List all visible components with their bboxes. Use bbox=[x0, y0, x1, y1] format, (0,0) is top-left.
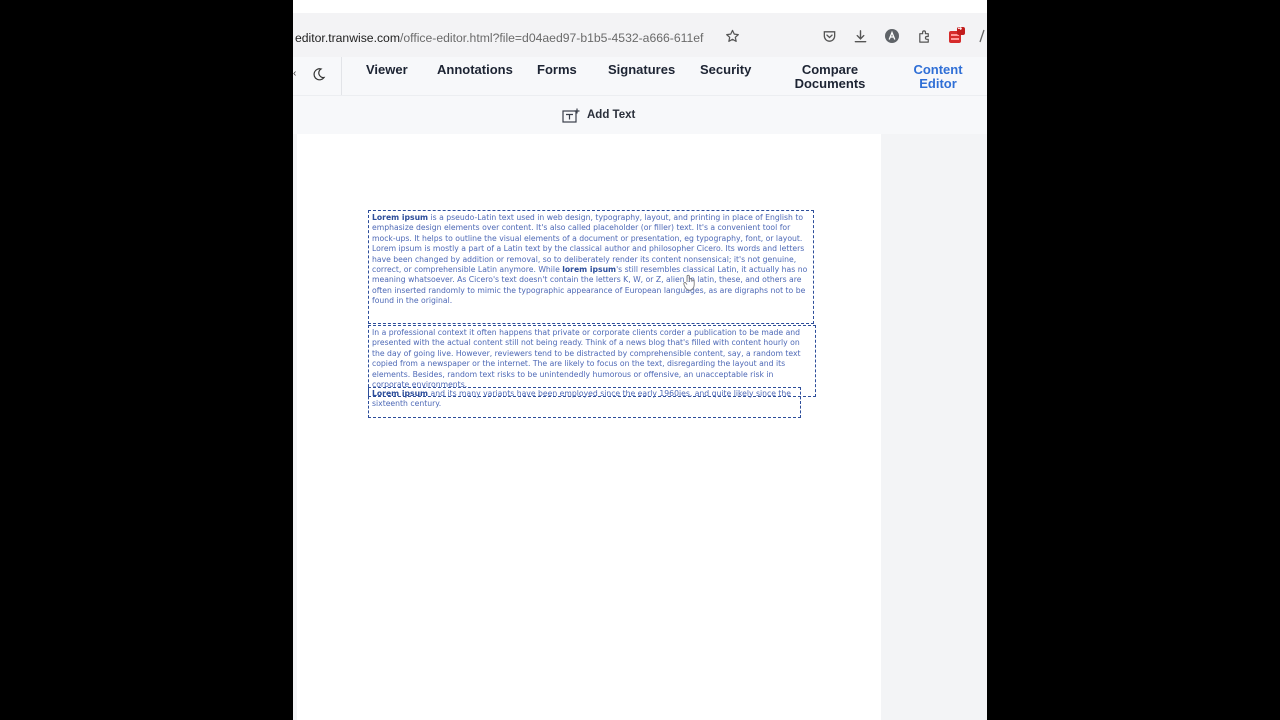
download-icon[interactable] bbox=[850, 26, 870, 46]
add-text-button[interactable]: Add Text bbox=[562, 106, 635, 124]
text-box-1[interactable]: Lorem ipsum is a pseudo-Latin text used … bbox=[368, 210, 814, 324]
add-text-icon bbox=[562, 108, 580, 123]
tab-forms[interactable]: Forms bbox=[537, 63, 577, 77]
extension-badge-count: 4 bbox=[958, 25, 962, 32]
hand-cursor-icon bbox=[683, 274, 697, 297]
url-path: /office-editor.html?file=d04aed97-b1b5-4… bbox=[400, 31, 704, 45]
overflow-menu-icon[interactable] bbox=[977, 26, 987, 46]
bookmark-star-icon[interactable] bbox=[722, 26, 742, 46]
extensions-puzzle-icon[interactable] bbox=[914, 26, 934, 46]
content-editor-toolbar: Add Text bbox=[293, 95, 987, 135]
browser-toolbar: editor.tranwise.com/office-editor.html?f… bbox=[293, 13, 987, 57]
text-box-2-content: In a professional context it often happe… bbox=[372, 328, 801, 390]
theme-toggle-icon[interactable] bbox=[312, 67, 326, 86]
nav-left-panel: ‹ bbox=[293, 57, 342, 95]
extension-badge-icon[interactable]: 4 bbox=[946, 25, 966, 46]
tab-compare-documents[interactable]: Compare Documents bbox=[793, 63, 867, 91]
main-navigation: ‹ Viewer Annotations Forms Signatures Se… bbox=[293, 57, 987, 95]
document-canvas: Lorem ipsum is a pseudo-Latin text used … bbox=[293, 134, 987, 720]
tab-signatures[interactable]: Signatures bbox=[608, 63, 675, 77]
url-domain: editor.tranwise.com bbox=[295, 31, 400, 45]
tab-content-editor[interactable]: Content Editor bbox=[905, 63, 971, 91]
app-window: editor.tranwise.com/office-editor.html?f… bbox=[293, 0, 987, 720]
tab-security[interactable]: Security bbox=[700, 63, 751, 77]
address-bar[interactable]: editor.tranwise.com/office-editor.html?f… bbox=[295, 13, 715, 57]
add-text-label: Add Text bbox=[587, 109, 636, 121]
account-avatar-icon[interactable] bbox=[882, 26, 902, 46]
tab-viewer[interactable]: Viewer bbox=[366, 63, 408, 77]
text-box-3[interactable]: Lorem ipsum and its many variants have b… bbox=[368, 387, 801, 418]
text-box-1-content: Lorem ipsum is a pseudo-Latin text used … bbox=[372, 213, 808, 306]
document-page: Lorem ipsum is a pseudo-Latin text used … bbox=[297, 134, 881, 720]
window-top-strip bbox=[293, 0, 987, 13]
text-box-3-content: Lorem ipsum and its many variants have b… bbox=[372, 389, 792, 409]
back-arrow-icon[interactable]: ‹ bbox=[293, 68, 296, 79]
tab-annotations[interactable]: Annotations bbox=[437, 63, 513, 77]
pocket-icon[interactable] bbox=[819, 26, 839, 46]
